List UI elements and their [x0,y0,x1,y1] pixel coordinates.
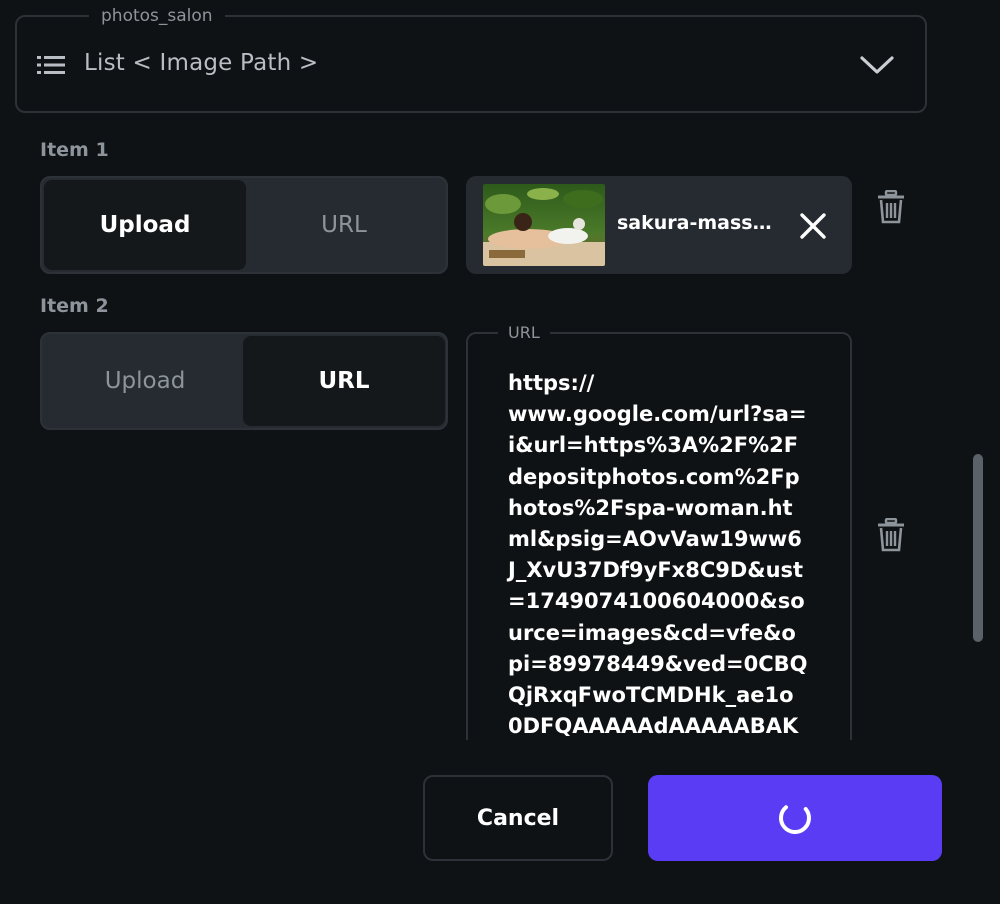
cancel-button[interactable]: Cancel [423,775,613,861]
field-name-label: photos_salon [89,7,225,25]
item-2-source-toggle: Upload URL [40,332,448,430]
file-name: sakura-massa... [617,212,777,234]
scrollbar-thumb[interactable] [973,454,983,642]
close-icon[interactable] [798,211,828,241]
field-header[interactable]: photos_salon List < Image Path > [15,7,927,113]
url-field-label: URL [498,323,550,342]
dialog-footer: Cancel [0,740,1000,904]
item-2-label: Item 2 [40,295,109,317]
item-2-url-field[interactable]: URL https:// www.google.com/url?sa=i&url… [466,323,852,740]
trash-icon[interactable] [876,190,906,224]
item-1-upload-tab[interactable]: Upload [44,180,246,270]
trash-icon[interactable] [876,518,906,552]
item-1-url-tab[interactable]: URL [243,180,445,270]
item-2-url-tab[interactable]: URL [243,336,445,426]
item-2-upload-tab[interactable]: Upload [44,336,246,426]
chevron-down-icon[interactable] [859,53,895,77]
item-1-uploaded-file: sakura-massa... [466,176,852,274]
list-image-path-editor: photos_salon List < Image Path > Item 1 … [0,0,1000,904]
file-thumbnail-image [483,184,605,266]
url-input-value[interactable]: https:// www.google.com/url?sa=i&url=htt… [508,368,808,740]
submit-button[interactable] [648,775,942,861]
item-1-source-toggle: Upload URL [40,176,448,274]
spinner-icon [779,805,811,834]
form-scroll-area: photos_salon List < Image Path > Item 1 … [0,0,1000,740]
item-1-label: Item 1 [40,139,109,161]
field-type-label: List < Image Path > [84,50,319,76]
list-icon [37,56,65,74]
